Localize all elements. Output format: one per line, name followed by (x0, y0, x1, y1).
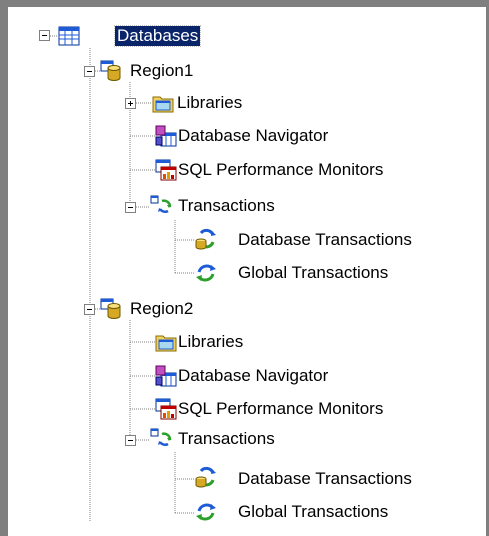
database-transactions-icon (195, 466, 216, 488)
region2-transactions[interactable]: Transactions (176, 429, 277, 449)
sql-performance-monitor-icon (155, 159, 177, 181)
region1-libraries[interactable]: Libraries (175, 93, 244, 113)
region2-database-navigator[interactable]: Database Navigator (176, 366, 330, 386)
tree-item-region1[interactable]: Region1 (128, 61, 195, 81)
database-cylinder-icon (100, 60, 121, 81)
global-transactions-icon (196, 503, 216, 521)
region2-database-transactions[interactable]: Database Transactions (236, 469, 414, 489)
transactions-icon (150, 195, 172, 213)
region2-collapse-toggle[interactable] (84, 304, 95, 315)
global-transactions-icon (196, 264, 216, 282)
folder-icon (155, 335, 177, 352)
region1-global-transactions[interactable]: Global Transactions (236, 263, 390, 283)
database-navigator-icon (155, 125, 177, 147)
region2-libraries[interactable]: Libraries (176, 332, 245, 352)
region2-transactions-collapse-toggle[interactable] (125, 435, 136, 446)
sql-performance-monitor-icon (155, 398, 177, 420)
region2-sql-performance-monitors[interactable]: SQL Performance Monitors (176, 399, 385, 419)
region1-collapse-toggle[interactable] (84, 66, 95, 77)
region1-database-transactions[interactable]: Database Transactions (236, 230, 414, 250)
database-cylinder-icon (100, 298, 121, 319)
transactions-icon (150, 428, 172, 446)
region1-sql-performance-monitors[interactable]: SQL Performance Monitors (176, 160, 385, 180)
region1-database-navigator[interactable]: Database Navigator (176, 126, 330, 146)
database-tree-view[interactable]: Databases Region1 Libraries Database Nav… (0, 0, 489, 536)
database-navigator-icon (155, 365, 177, 387)
tree-item-databases[interactable]: Databases (113, 25, 202, 47)
root-collapse-toggle[interactable] (39, 30, 50, 41)
database-transactions-icon (195, 228, 216, 250)
tree-item-region2[interactable]: Region2 (128, 299, 195, 319)
region2-global-transactions[interactable]: Global Transactions (236, 502, 390, 522)
database-table-icon (58, 26, 80, 46)
folder-icon (152, 96, 174, 113)
region1-libraries-expand-toggle[interactable] (125, 98, 136, 109)
region1-transactions-collapse-toggle[interactable] (125, 202, 136, 213)
region1-transactions[interactable]: Transactions (176, 196, 277, 216)
